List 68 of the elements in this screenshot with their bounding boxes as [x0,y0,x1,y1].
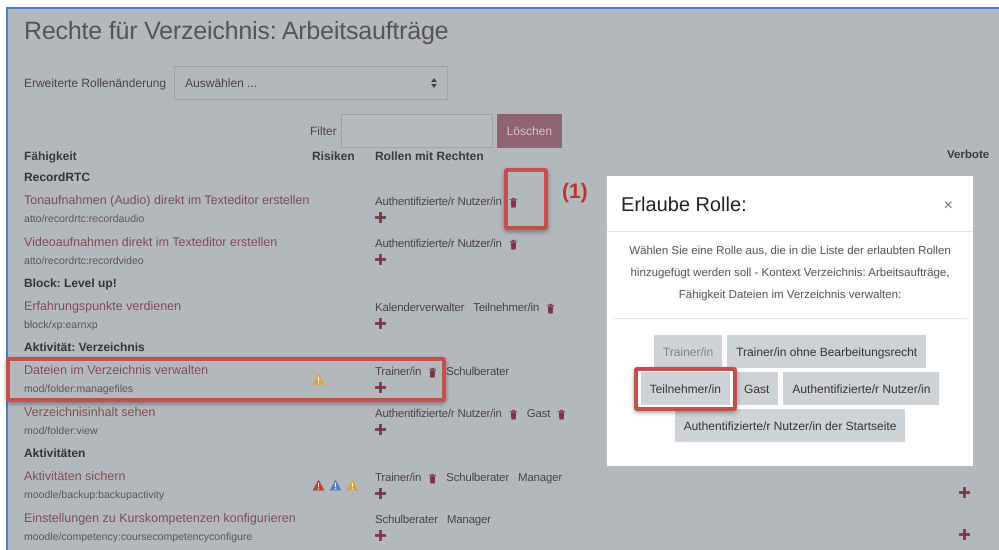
plus-icon[interactable] [375,212,386,223]
annotation-label: (1) [562,180,588,204]
plus-icon[interactable] [375,254,386,265]
filter-field[interactable] [340,114,493,148]
trash-icon[interactable] [508,238,518,250]
role-button[interactable]: Authentifizierte/r Nutzer/in der Startseite [674,409,906,442]
plus-icon[interactable] [959,529,970,540]
column-header: Rollen mit Rechten [375,149,485,165]
role-change-dropdown[interactable]: Auswählen ... [174,66,448,100]
trash-icon[interactable] [508,196,518,208]
role-name: Manager [518,471,562,486]
highlight-frame [504,168,548,230]
role-button[interactable]: Authentifizierte/r Nutzer/in [783,372,940,405]
column-header: Verbote [947,149,990,163]
role-name: Authentifizierte/r Nutzer/in [375,237,502,252]
dialog-text: Wählen Sie eine Rolle aus, die in die Liste der erlaubten Rollen hinzugefügt werden soll - Kontext Verzeichnis: Arbeitsaufträge, Fähigkeit Dateien im Verzeichnis verwalten: [629,245,951,301]
plus-icon[interactable] [959,487,970,498]
capability-code: moodle/backup:backupactivity [24,488,166,503]
plus-icon[interactable] [375,488,386,499]
filter-label: Filter [310,124,337,138]
capability-code: moodle/competency:coursecompetencyconfigure [24,530,254,545]
trash-icon[interactable] [557,408,566,420]
section-heading: Aktivitäten [24,446,86,460]
capability-code: mod/folder:view [24,424,99,439]
trash-icon[interactable] [546,302,556,314]
role-name: Kalenderverwalter [375,301,464,316]
role-name: Schulberater [446,471,509,486]
plus-icon[interactable] [375,530,386,541]
capability-link[interactable]: Erfahrungspunkte verdienen [24,296,312,316]
role-name: Manager [446,513,491,528]
capability-link[interactable]: Aktivitäten sichern [24,466,312,486]
role-button[interactable]: Trainer/in ohne Bearbeitungsrecht [727,335,926,368]
trash-icon[interactable] [428,366,438,378]
role-name: Trainer/in [375,365,422,380]
sort-arrows-icon [431,78,438,88]
role-name: Schulberater [375,513,438,528]
role-name: Trainer/in [375,471,422,486]
role-change-label: Erweiterte Rollenänderung [24,76,166,90]
capability-code: atto/recordrtc:recordaudio [24,212,146,227]
section-heading: Block: Level up! [24,276,117,290]
page-title: Rechte für Verzeichnis: Arbeitsaufträge [24,17,450,46]
capability-code: atto/recordrtc:recordvideo [24,254,145,269]
role-name: Authentifizierte/r Nutzer/in [375,407,502,422]
dialog-title: Erlaube Rolle: [621,194,747,217]
role-name: Authentifizierte/r Nutzer/in [375,195,502,210]
capability-link[interactable]: Dateien im Verzeichnis verwalten [24,360,312,380]
role-name: Gast [526,407,550,422]
plus-icon[interactable] [375,424,386,435]
section-heading: Aktivität: Verzeichnis [24,340,145,354]
plus-icon[interactable] [375,318,386,329]
role-button[interactable]: Teilnehmer/in [640,372,730,405]
trash-icon[interactable] [508,408,518,420]
capability-link[interactable]: Einstellungen zu Kurskompetenzen konfigurieren [24,508,312,528]
role-button[interactable]: Gast [734,372,778,405]
capability-code: block/xp:earnxp [24,318,99,333]
clear-button[interactable]: Löschen [496,114,562,148]
trash-icon[interactable] [428,472,438,484]
role-name: Schulberater [446,365,509,380]
capability-link[interactable]: Videoaufnahmen direkt im Texteditor erstellen [24,232,312,252]
plus-icon[interactable] [375,382,386,393]
section-heading: RecordRTC [24,170,90,184]
role-name: Teilnehmer/in [473,301,540,316]
close-button[interactable]: × [940,196,957,214]
capability-link[interactable]: Verzeichnisinhalt sehen [24,402,312,422]
capability-link[interactable]: Tonaufnahmen (Audio) direkt im Texteditor erstellen [24,190,312,210]
capability-code: mod/folder:managefiles [24,382,134,397]
column-header: Risiken [312,149,356,165]
column-header: Fähigkeit [24,149,78,165]
